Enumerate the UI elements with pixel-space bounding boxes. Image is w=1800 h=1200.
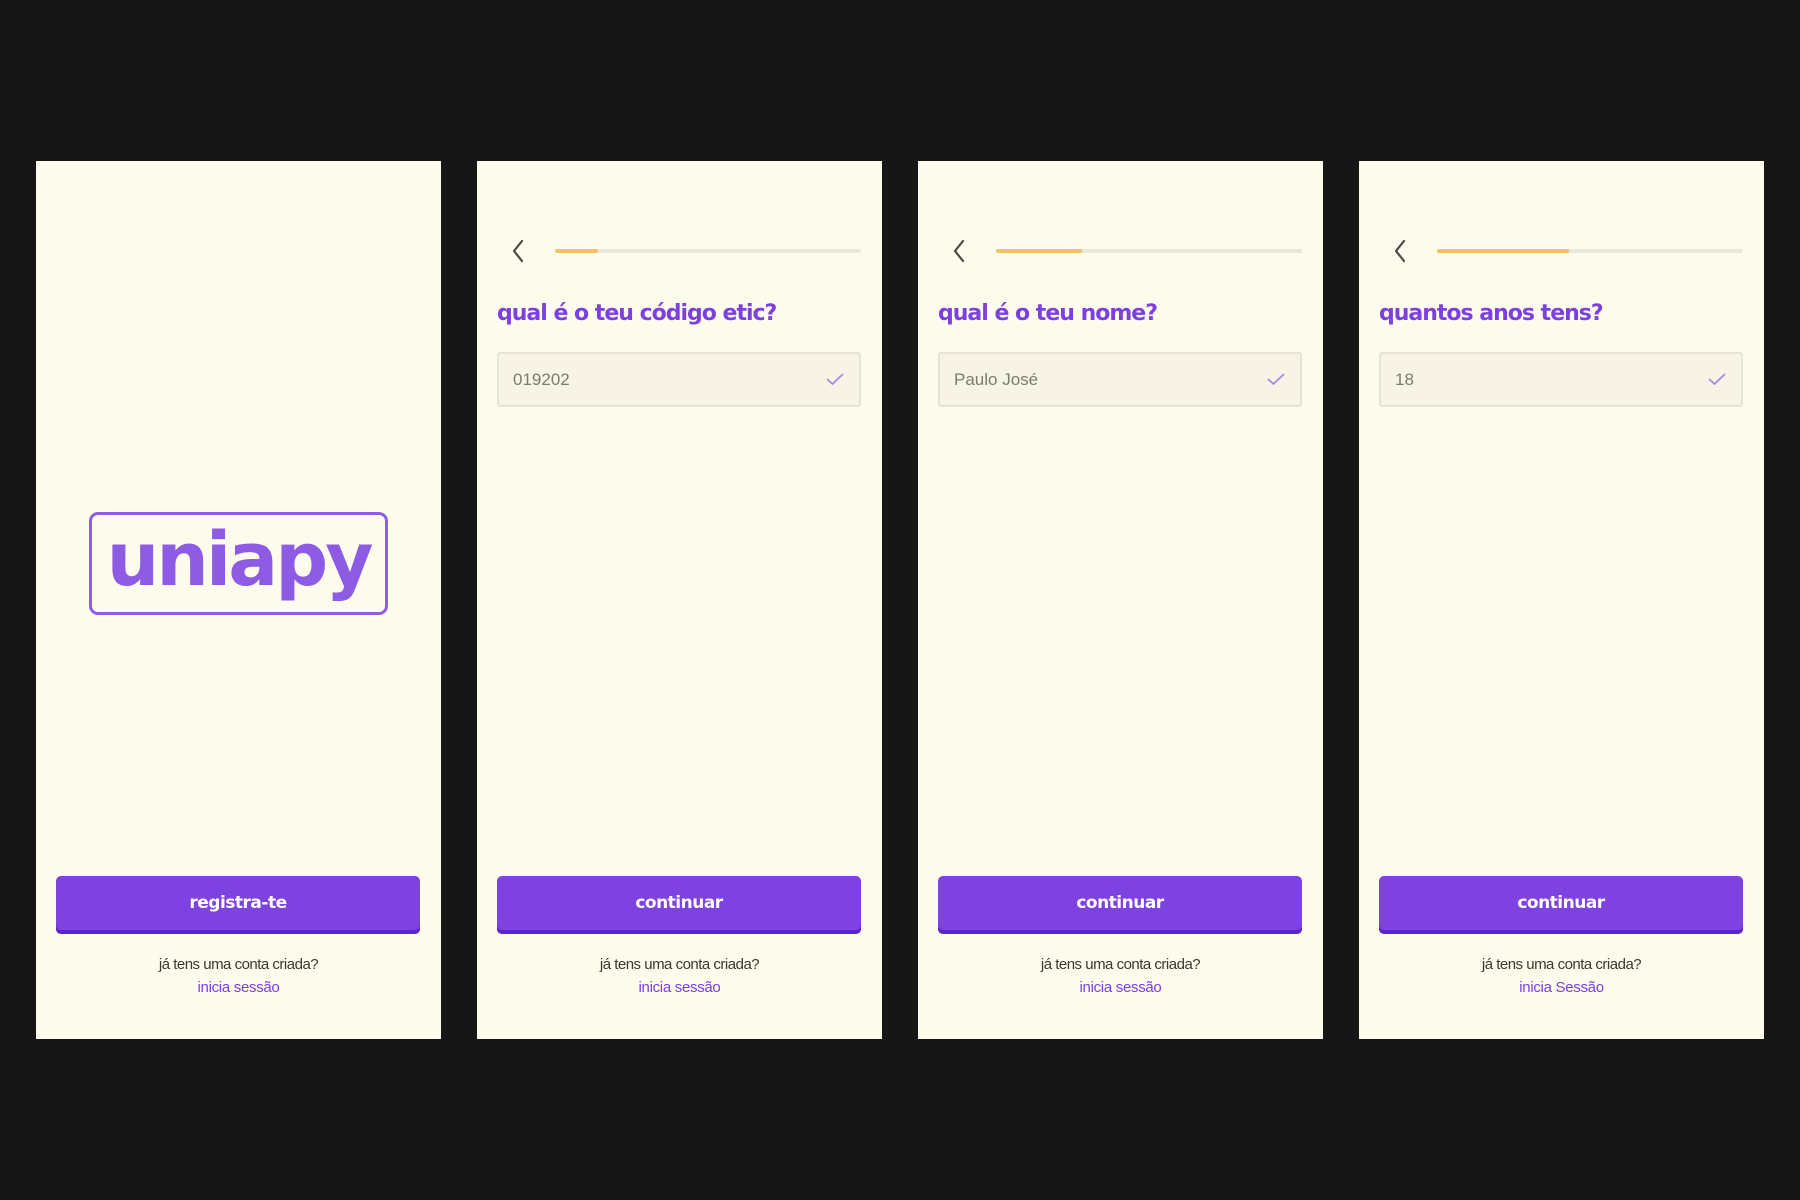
login-prompt-text: já tens uma conta criada? (1481, 956, 1642, 973)
continue-button[interactable]: continuar (938, 876, 1302, 934)
step-etic-code-screen: qual é o teu código etic? continuar já t… (477, 161, 882, 1039)
check-icon (1266, 372, 1286, 388)
login-link[interactable]: inicia sessão (1080, 976, 1162, 999)
continue-button[interactable]: continuar (1379, 876, 1743, 934)
progress-bar (996, 249, 1302, 253)
back-button[interactable] (503, 236, 533, 266)
name-field (938, 352, 1302, 407)
chevron-left-icon (512, 239, 524, 263)
uniapy-logo: uniapy (89, 512, 388, 615)
question-title: qual é o teu nome? (938, 301, 1158, 326)
age-field (1379, 352, 1743, 407)
chevron-left-icon (953, 239, 965, 263)
logo-text: uniapy (106, 516, 374, 603)
step-name-screen: qual é o teu nome? continuar já tens uma… (918, 161, 1323, 1039)
etic-code-field (497, 352, 861, 407)
progress-fill (555, 249, 598, 253)
login-prompt-text: já tens uma conta criada? (158, 956, 319, 973)
login-prompt: já tens uma conta criada? inicia Sessão (1359, 953, 1764, 999)
question-title: quantos anos tens? (1379, 301, 1604, 326)
progress-fill (1437, 249, 1569, 253)
etic-code-input[interactable] (513, 369, 825, 390)
continue-button[interactable]: continuar (497, 876, 861, 934)
step-age-screen: quantos anos tens? continuar já tens uma… (1359, 161, 1764, 1039)
login-prompt-text: já tens uma conta criada? (599, 956, 760, 973)
login-prompt-text: já tens uma conta criada? (1040, 956, 1201, 973)
chevron-left-icon (1394, 239, 1406, 263)
progress-bar (1437, 249, 1743, 253)
login-link[interactable]: inicia sessão (198, 976, 280, 999)
login-prompt: já tens uma conta criada? inicia sessão (36, 953, 441, 999)
back-button[interactable] (1385, 236, 1415, 266)
check-icon (1707, 372, 1727, 388)
welcome-screen: uniapy registra-te já tens uma conta cri… (36, 161, 441, 1039)
progress-bar (555, 249, 861, 253)
progress-fill (996, 249, 1082, 253)
check-icon (825, 372, 845, 388)
name-input[interactable] (954, 369, 1266, 390)
login-link[interactable]: inicia Sessão (1519, 976, 1604, 999)
register-button[interactable]: registra-te (56, 876, 420, 934)
login-link[interactable]: inicia sessão (639, 976, 721, 999)
back-button[interactable] (944, 236, 974, 266)
age-input[interactable] (1395, 369, 1707, 390)
login-prompt: já tens uma conta criada? inicia sessão (477, 953, 882, 999)
question-title: qual é o teu código etic? (497, 301, 777, 326)
login-prompt: já tens uma conta criada? inicia sessão (918, 953, 1323, 999)
